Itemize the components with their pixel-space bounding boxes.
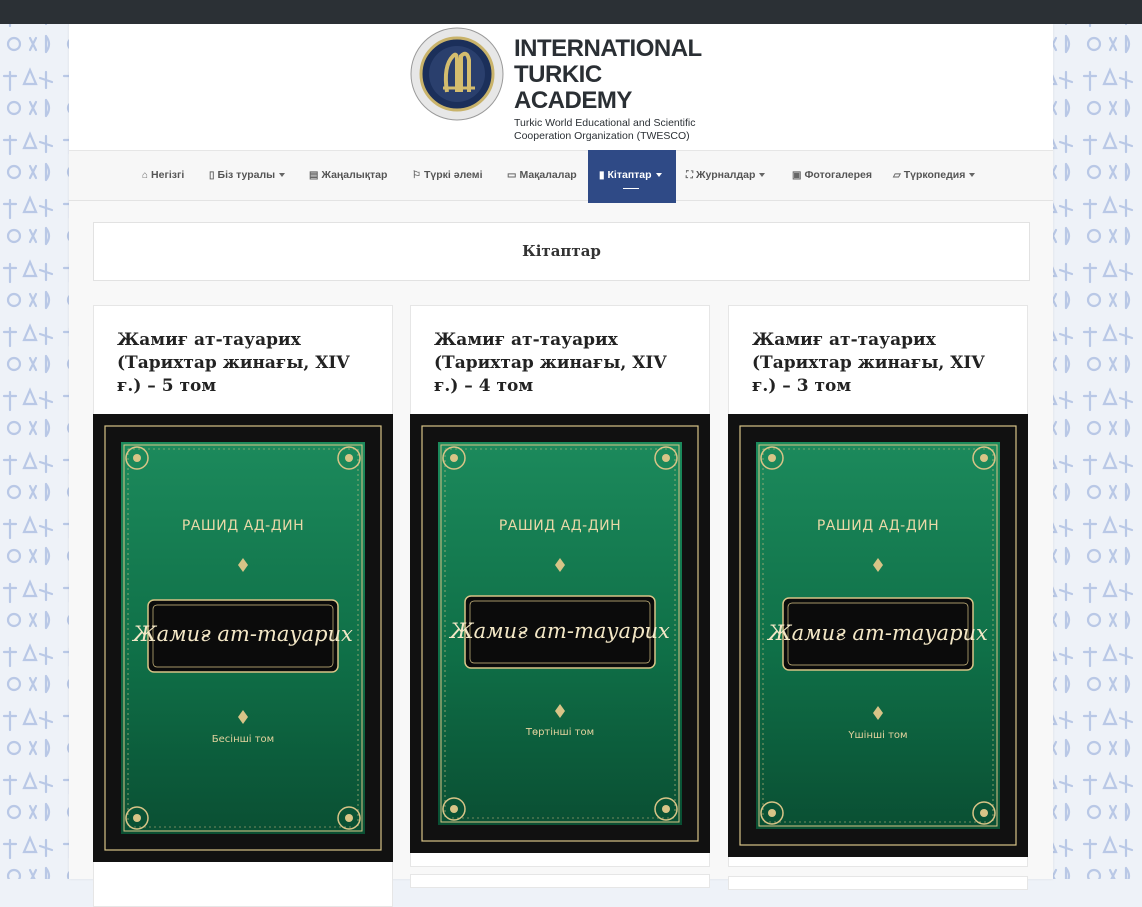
flag-icon: ⚐ bbox=[412, 170, 421, 181]
file-text-icon: ▭ bbox=[507, 170, 517, 181]
nav-item-turkic-world[interactable]: ⚐ Түркі әлемі bbox=[412, 151, 482, 200]
cover-title: Жамиғ ат-тауарих bbox=[450, 619, 670, 643]
page-container: INTERNATIONAL TURKIC ACADEMY Turkic Worl… bbox=[69, 24, 1053, 907]
cover-title: Жамиғ ат-тауарих bbox=[768, 621, 988, 645]
corner-ornament-dot bbox=[133, 454, 141, 462]
page-title: Кітаптар bbox=[522, 242, 601, 260]
site-logo[interactable]: INTERNATIONAL TURKIC ACADEMY Turkic Worl… bbox=[409, 26, 713, 142]
corner-ornament-dot bbox=[450, 805, 458, 813]
book-title-link[interactable]: Жамиғ ат-тауарих (Тарихтар жинағы, XIV ғ… bbox=[729, 306, 1027, 396]
corner-ornament-dot bbox=[450, 454, 458, 462]
logo-subtitle-line2: Cooperation Organization (TWESCO) bbox=[514, 130, 690, 142]
folder-open-icon: ▱ bbox=[893, 170, 901, 181]
nav-item-gallery[interactable]: ▣ Фотогалерея bbox=[792, 151, 872, 200]
chevron-down-icon bbox=[655, 173, 662, 178]
cover-title: Жамиғ ат-тауарих bbox=[133, 622, 353, 646]
book-card[interactable]: Жамиғ ат-тауарих (Тарихтар жинағы, XIV ғ… bbox=[410, 305, 710, 867]
nav-label: Мақалалар bbox=[519, 169, 577, 181]
logo-title-line1: INTERNATIONAL bbox=[514, 35, 702, 62]
corner-ornament-dot bbox=[662, 454, 670, 462]
nav-item-articles[interactable]: ▭ Мақалалар bbox=[507, 151, 577, 200]
cover-volume: Үшінші том bbox=[848, 730, 908, 741]
page-title-box: Кітаптар bbox=[93, 222, 1030, 281]
chevron-down-icon bbox=[759, 173, 766, 178]
logo-subtitle-line1: Turkic World Educational and Scientific bbox=[514, 117, 696, 129]
active-underline bbox=[623, 188, 639, 189]
book-card[interactable]: Жамиғ ат-тауарих (Тарихтар жинағы, XIV ғ… bbox=[728, 305, 1028, 867]
main-navbar: ⌂ Негізгі ▯ Біз туралы ▤ Жаңалықтар ⚐ Түркі … bbox=[69, 150, 1053, 203]
nav-item-home[interactable]: ⌂ Негізгі bbox=[142, 151, 184, 200]
corner-ornament-dot bbox=[345, 454, 353, 462]
nav-item-turkopedia[interactable]: ▱ Түркопедия bbox=[893, 151, 976, 200]
cover-author: РАШИД АД-ДИН bbox=[181, 518, 305, 534]
chevron-down-icon bbox=[969, 173, 976, 178]
newspaper-icon: ▤ bbox=[309, 170, 319, 181]
book-cover-image[interactable]: РАШИД АД-ДИН Жамиғ ат-тауарих Бесінші то… bbox=[93, 414, 393, 862]
nav-item-books[interactable]: ▮ Кітаптар bbox=[588, 150, 676, 203]
cover-volume: Бесінші том bbox=[211, 734, 275, 745]
corner-ornament-dot bbox=[980, 809, 988, 817]
book-card-next[interactable] bbox=[728, 876, 1028, 890]
logo-title-line2: TURKIC ACADEMY bbox=[514, 61, 632, 114]
book-title-link[interactable]: Жамиғ ат-тауарих (Тарихтар жинағы, XIV ғ… bbox=[411, 306, 709, 396]
nav-label: Біз туралы bbox=[217, 169, 276, 181]
corner-ornament-dot bbox=[768, 454, 776, 462]
site-header: INTERNATIONAL TURKIC ACADEMY Turkic Worl… bbox=[69, 24, 1053, 150]
nav-item-journals[interactable]: ⛶ Журналдар bbox=[686, 151, 766, 200]
book-icon: ▮ bbox=[599, 170, 605, 181]
nav-label: Түркопедия bbox=[903, 169, 966, 181]
nav-item-about[interactable]: ▯ Біз туралы bbox=[209, 151, 286, 200]
cover-author: РАШИД АД-ДИН bbox=[498, 518, 622, 534]
nav-label: Фотогалерея bbox=[804, 169, 872, 181]
book-card-next[interactable] bbox=[410, 874, 710, 888]
file-image-icon: ▣ bbox=[792, 170, 802, 181]
academy-seal-icon bbox=[410, 27, 504, 121]
chevron-down-icon bbox=[279, 173, 286, 178]
top-bar bbox=[0, 0, 1142, 24]
book-cover-image[interactable]: РАШИД АД-ДИН Жамиғ ат-тауарих Төртінші т… bbox=[410, 414, 710, 853]
corner-ornament-dot bbox=[768, 809, 776, 817]
nav-item-news[interactable]: ▤ Жаңалықтар bbox=[309, 151, 387, 200]
book-card[interactable]: Жамиғ ат-тауарих (Тарихтар жинағы, XIV ғ… bbox=[93, 305, 393, 907]
nav-label: Кітаптар bbox=[607, 169, 652, 181]
nav-label: Жаңалықтар bbox=[321, 169, 388, 181]
cover-author: РАШИД АД-ДИН bbox=[816, 518, 940, 534]
book-title-link[interactable]: Жамиғ ат-тауарих (Тарихтар жинағы, XIV ғ… bbox=[94, 306, 392, 396]
corner-ornament-dot bbox=[345, 814, 353, 822]
nav-label: Түркі әлемі bbox=[423, 169, 483, 181]
corner-ornament-dot bbox=[980, 454, 988, 462]
corner-ornament-dot bbox=[662, 805, 670, 813]
language-icon: ⛶ bbox=[686, 170, 693, 181]
corner-ornament-dot bbox=[133, 814, 141, 822]
nav-label: Негізгі bbox=[151, 169, 185, 181]
bookmark-icon: ▯ bbox=[209, 170, 215, 181]
book-cover-image[interactable]: РАШИД АД-ДИН Жамиғ ат-тауарих Үшінші том bbox=[728, 414, 1028, 857]
cover-volume: Төртінші том bbox=[525, 727, 595, 738]
nav-label: Журналдар bbox=[696, 169, 756, 181]
home-icon: ⌂ bbox=[142, 170, 149, 181]
